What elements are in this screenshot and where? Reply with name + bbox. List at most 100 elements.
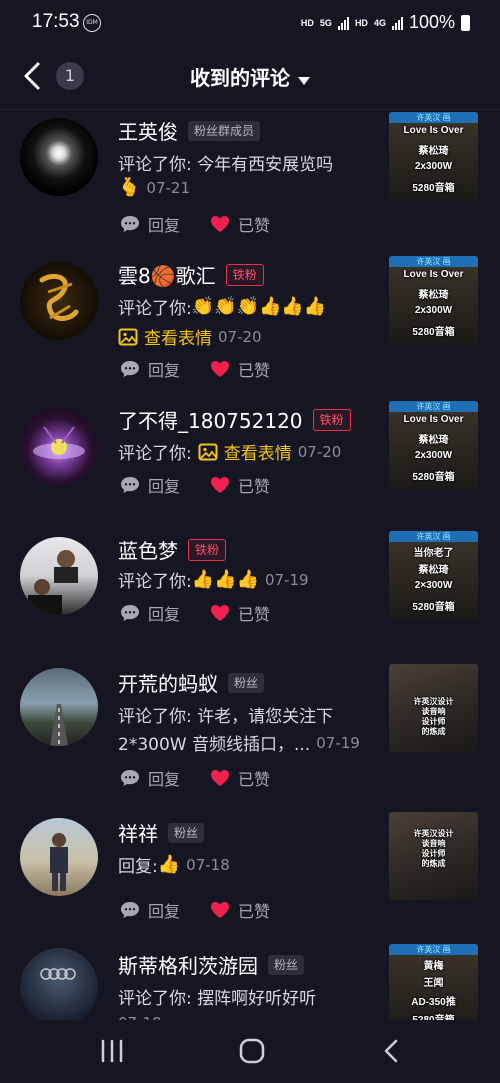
fan-tag: 粉丝 [268, 954, 305, 975]
commenter-name[interactable]: 王英俊 [118, 116, 178, 145]
status-bar: 17:53 IDM HD 5G HD 4G 100% [0, 0, 500, 48]
heart-icon [211, 477, 230, 493]
image-icon [198, 443, 218, 460]
commenter-name[interactable]: 蓝色梦 [118, 535, 178, 564]
comment-item[interactable]: 开荒的蚂蚁 粉丝 评论了你: 许老，请您关注下 2*300W 音频线插口，...… [0, 660, 500, 810]
like-button[interactable]: 已赞 [210, 212, 270, 236]
commenter-name[interactable]: 祥祥 [118, 818, 158, 847]
signal-icon-2 [391, 16, 403, 30]
commenter-name[interactable]: 斯蒂格利茨游园 [118, 950, 258, 979]
page-title: 收到的评论 [190, 66, 290, 90]
like-button[interactable]: 已赞 [210, 766, 270, 790]
chat-bubble-icon [121, 605, 139, 621]
avatar[interactable] [20, 407, 98, 485]
comment-item[interactable]: 斯蒂格利茨游园 粉丝 评论了你: 摆阵啊好听好听 07-18 许英汉 画 黄梅 … [0, 940, 500, 1020]
comment-item[interactable]: 了不得_180752120 铁粉 评论了你: 查看表情 07-20 回复 已赞 … [0, 395, 500, 525]
video-thumbnail[interactable]: 许英汉 画 当你老了 蔡松琦 2×300W 5280音箱 [389, 531, 478, 619]
network-4g-indicator: 4G [373, 17, 386, 28]
comment-item[interactable]: 祥祥 粉丝 回复: 👍 07-18 回复 已赞 许英汉设计 谈音响 设计师 的炼… [0, 810, 500, 940]
system-nav-bar [0, 1020, 500, 1083]
heart-icon [211, 216, 230, 232]
reply-button[interactable]: 回复 [120, 898, 180, 922]
reply-button[interactable]: 回复 [120, 357, 180, 381]
video-thumbnail[interactable]: 许英汉 画 Love Is Over 蔡松琦 2x300W 5280音箱 [389, 401, 478, 489]
liked-label: 已赞 [238, 902, 271, 921]
thumbnail-text: 2x300W [414, 161, 453, 172]
thumbnail-text: 5280音箱 [412, 602, 455, 613]
thumbnail-text: 蔡松琦 [418, 146, 449, 157]
liked-label: 已赞 [238, 477, 271, 496]
thumbnail-text: 5280音箱 [412, 472, 455, 483]
comment-item[interactable]: 王英俊 粉丝群成员 评论了你: 今年有西安展览吗 🫰 07-21 回复 已赞 许… [0, 110, 500, 250]
reply-button[interactable]: 回复 [120, 473, 180, 497]
thumbnail-text: 5280音箱 [412, 327, 455, 338]
video-thumbnail[interactable]: 许英汉 画 Love Is Over 蔡松琦 2x300W 5280音箱 [389, 256, 478, 344]
thumbnail-banner: 许英汉 画 [389, 944, 478, 955]
reply-text: 回复: [118, 857, 158, 877]
reply-button[interactable]: 回复 [120, 601, 180, 625]
comment-text: 评论了你: 摆阵啊好听好听 [118, 989, 317, 1009]
person-photo-icon [50, 833, 68, 891]
battery-percent: 100% [408, 12, 455, 32]
chat-bubble-icon [121, 477, 139, 493]
calligraphy-logo-icon [39, 273, 79, 321]
chat-bubble-icon [121, 216, 139, 232]
fan-tag: 粉丝 [228, 672, 265, 693]
thumbnail-text: 王闻 [423, 978, 444, 989]
comment-emoji: 🫰 [118, 177, 141, 198]
video-thumbnail[interactable]: 许英汉设计 谈音响 设计师 的炼成 [389, 812, 478, 900]
comment-item[interactable]: 蓝色梦 铁粉 评论了你: 👍👍👍 07-19 回复 已赞 许英汉 画 当你老了 … [0, 525, 500, 660]
like-button[interactable]: 已赞 [210, 898, 270, 922]
commenter-name[interactable]: 雲8🏀歌汇 [118, 260, 216, 289]
recents-icon [101, 1039, 123, 1063]
view-sticker-link[interactable]: 查看表情 [118, 324, 212, 349]
commenter-name[interactable]: 开荒的蚂蚁 [118, 668, 218, 697]
like-button[interactable]: 已赞 [210, 473, 270, 497]
thumbnail-banner: 许英汉 画 [389, 112, 478, 123]
hd-indicator: HD [300, 17, 314, 28]
thumbnail-text: Love Is Over [403, 125, 464, 136]
iron-fan-tag: 铁粉 [225, 263, 264, 286]
avatar[interactable] [20, 537, 98, 615]
video-thumbnail[interactable]: 许英汉 画 Love Is Over 蔡松琦 2x300W 5280音箱 [389, 112, 478, 200]
comment-date: 07-20 [218, 327, 262, 346]
header: 1 收到的评论 [0, 48, 500, 110]
flower-icon [33, 426, 85, 459]
iron-fan-tag: 铁粉 [188, 538, 227, 561]
avatar[interactable] [20, 668, 98, 746]
avatar[interactable] [20, 118, 98, 196]
thumbnail-text: 蔡松琦 [418, 290, 449, 301]
comment-date: 07-21 [146, 179, 191, 197]
comment-item[interactable]: 雲8🏀歌汇 铁粉 评论了你: 👏👏👏👍👍👍 查看表情 07-20 回复 已赞 许… [0, 250, 500, 395]
liked-label: 已赞 [238, 216, 271, 235]
video-thumbnail[interactable]: 许英汉 画 黄梅 王闻 AD-350推 5280音箱 [389, 944, 478, 1020]
heart-icon [211, 605, 230, 621]
comment-text: 评论了你: [118, 572, 192, 592]
avatar[interactable] [20, 262, 98, 340]
title-dropdown[interactable]: 收到的评论 [0, 62, 500, 91]
liked-label: 已赞 [238, 361, 271, 380]
like-button[interactable]: 已赞 [210, 601, 270, 625]
comment-list[interactable]: 王英俊 粉丝群成员 评论了你: 今年有西安展览吗 🫰 07-21 回复 已赞 许… [0, 110, 500, 1020]
chat-bubble-icon [121, 770, 139, 786]
reply-button[interactable]: 回复 [120, 766, 180, 790]
fan-tag: 粉丝 [168, 822, 205, 843]
video-thumbnail[interactable]: 许英汉设计 谈音响 设计师 的炼成 [389, 664, 478, 752]
status-indicators: HD 5G HD 4G 100% [301, 12, 470, 33]
avatar[interactable] [20, 818, 98, 896]
home-button[interactable] [232, 1034, 272, 1070]
back-nav-button[interactable] [372, 1034, 412, 1070]
recents-button[interactable] [92, 1034, 132, 1070]
comment-date: 07-18 [186, 855, 230, 874]
thumbnail-banner: 许英汉 画 [389, 401, 478, 412]
back-icon [384, 1039, 398, 1063]
reply-label: 回复 [148, 361, 181, 380]
comment-date: 07-19 [316, 733, 360, 752]
view-sticker-link[interactable]: 查看表情 [198, 439, 292, 464]
reply-button[interactable]: 回复 [120, 212, 180, 236]
commenter-name[interactable]: 了不得_180752120 [118, 405, 303, 434]
chat-bubble-icon [121, 902, 139, 918]
comment-date: 07-19 [264, 570, 309, 589]
avatar[interactable] [20, 948, 98, 1020]
like-button[interactable]: 已赞 [210, 357, 270, 381]
